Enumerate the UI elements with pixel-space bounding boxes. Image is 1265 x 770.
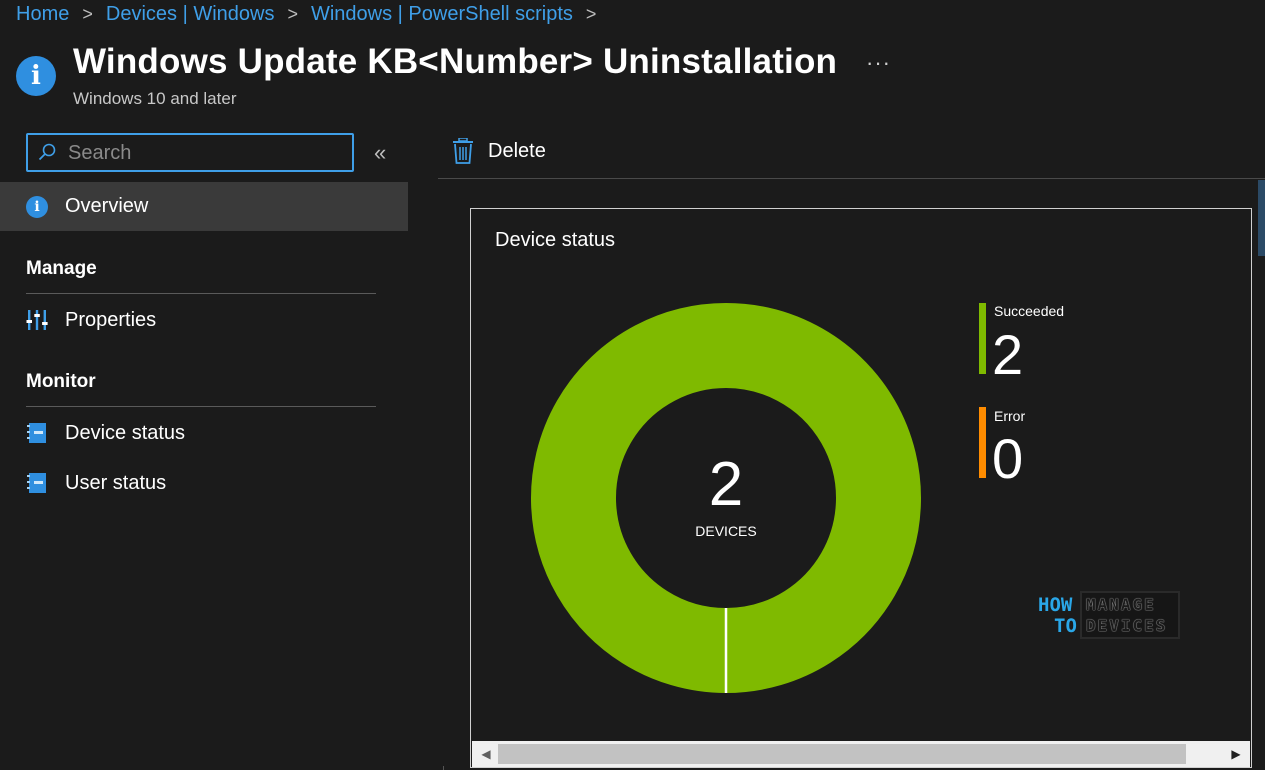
logo-text-how: HOW [1038,594,1073,616]
trash-icon [453,138,473,164]
delete-button[interactable]: Delete [452,136,546,166]
delete-label: Delete [488,139,546,162]
divider [438,178,1265,179]
collapse-sidebar-button[interactable]: « [374,140,386,166]
chevron-right-icon: > [287,3,298,24]
horizontal-scrollbar[interactable]: ◀ ▶ [472,741,1250,767]
properties-icon [26,310,48,330]
donut-center-value: 2 [708,450,744,519]
logo-text-manage: MANAGE [1086,595,1156,614]
page-subtitle: Windows 10 and later [73,89,237,108]
more-options-button[interactable]: ··· [866,50,891,76]
divider [26,406,376,407]
sidebar-item-label: User status [65,471,167,494]
legend-value-succeeded: 2 [992,323,1024,386]
divider [443,766,444,770]
breadcrumb-devices-windows[interactable]: Devices | Windows [106,3,275,26]
card-title: Device status [495,229,616,251]
section-header-monitor: Monitor [26,371,96,392]
vertical-scrollbar[interactable] [1258,180,1265,256]
logo-text-to: TO [1054,615,1077,637]
search-input[interactable] [66,135,350,172]
chevron-right-icon: > [585,3,597,24]
legend-swatch-error [979,407,986,478]
legend-label-succeeded[interactable]: Succeeded [994,303,1064,319]
sidebar-item-overview[interactable]: i Overview [0,182,408,231]
sidebar-item-properties[interactable]: Properties [0,297,408,343]
report-icon [27,423,46,443]
sidebar-item-label: Properties [65,308,157,331]
breadcrumb: Home > Devices | Windows > Windows | Pow… [16,1,609,27]
scroll-left-icon[interactable]: ◀ [476,744,496,764]
chevron-right-icon: > [82,3,93,24]
info-icon: i [16,56,56,96]
info-icon: i [26,196,48,218]
divider [26,293,376,294]
page-title: Windows Update KB<Number> Uninstallation [73,42,838,81]
legend-value-error: 0 [992,427,1024,490]
legend-label-error[interactable]: Error [994,408,1025,424]
legend-swatch-succeeded [979,303,986,374]
sidebar-item-label: Overview [65,195,149,217]
breadcrumb-home[interactable]: Home [16,3,69,26]
section-header-manage: Manage [26,258,97,279]
scrollbar-thumb[interactable] [498,744,1186,764]
logo-text-devices: DEVICES [1086,616,1168,635]
sidebar-item-label: Device status [65,421,186,444]
donut-center-label: DEVICES [695,523,757,539]
sidebar-item-device-status[interactable]: Device status [0,410,408,456]
report-icon [27,473,46,493]
howtomanagedevices-logo: HOW TO MANAGE DEVICES [1038,589,1188,649]
page: Home > Devices | Windows > Windows | Pow… [0,0,1265,770]
search-box [26,133,354,172]
device-status-card[interactable]: Device status 2 DEVICES Succeeded 2 Erro… [470,208,1252,768]
scroll-right-icon[interactable]: ▶ [1226,744,1246,764]
search-icon [38,143,56,161]
breadcrumb-powershell-scripts[interactable]: Windows | PowerShell scripts [311,3,573,26]
sidebar-item-user-status[interactable]: User status [0,460,408,506]
